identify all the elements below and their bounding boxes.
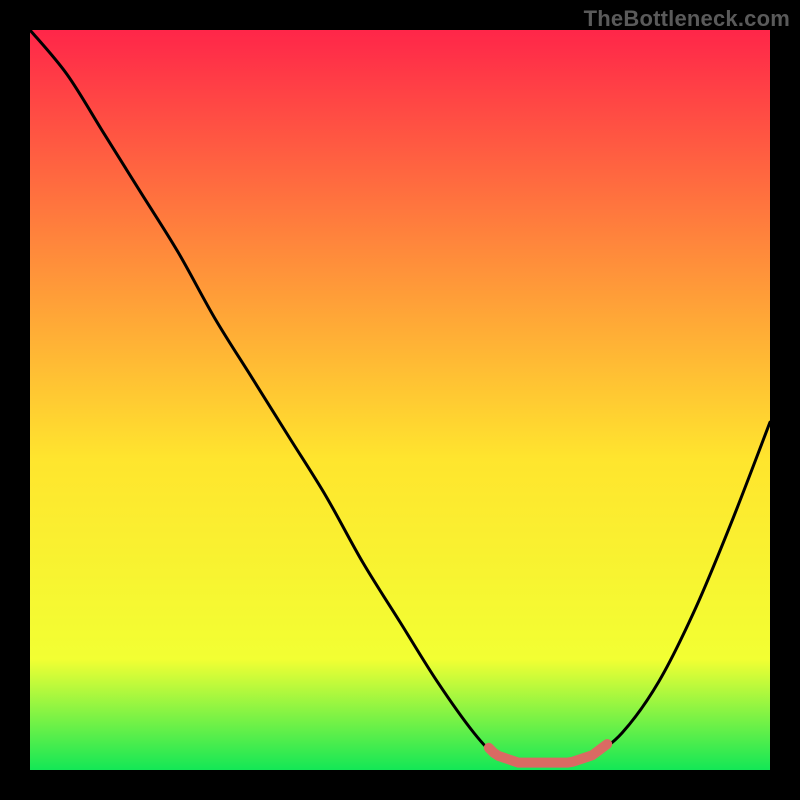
plot-area [30, 30, 770, 770]
chart-svg [30, 30, 770, 770]
gradient-background [30, 30, 770, 770]
figure-container: { "watermark": "TheBottleneck.com", "col… [0, 0, 800, 800]
watermark-text: TheBottleneck.com [584, 6, 790, 32]
